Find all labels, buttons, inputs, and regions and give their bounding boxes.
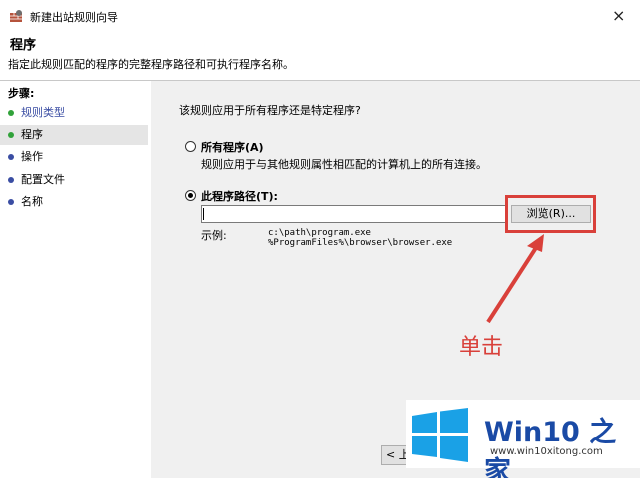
firewall-wall-icon	[10, 10, 22, 22]
step-current-dot-icon	[8, 132, 14, 138]
sidebar-item-rule-type[interactable]: 规则类型	[0, 103, 148, 123]
example-label: 示例:	[201, 229, 227, 242]
sidebar-item-action[interactable]: 操作	[0, 147, 148, 167]
all-programs-label[interactable]: 所有程序(A)	[201, 139, 264, 155]
page-title: 程序	[10, 38, 37, 53]
sidebar-item-label: 程序	[21, 128, 43, 141]
page-description: 指定此规则匹配的程序的完整程序路径和可执行程序名称。	[8, 58, 294, 71]
sidebar-item-name[interactable]: 名称	[0, 192, 148, 212]
example-path-line: %ProgramFiles%\browser\browser.exe	[268, 238, 453, 248]
step-pending-dot-icon	[8, 177, 14, 183]
click-annotation: 单击	[459, 335, 504, 360]
sidebar-item-profile[interactable]: 配置文件	[0, 170, 148, 190]
sidebar-item-program[interactable]: 程序	[0, 125, 148, 145]
window-title: 新建出站规则向导	[30, 11, 118, 24]
sidebar-item-label: 名称	[21, 195, 43, 208]
steps-heading: 步骤:	[8, 87, 35, 100]
bottom-strip	[0, 478, 640, 484]
example-path-line: c:\path\program.exe	[268, 228, 371, 238]
close-icon[interactable]: ×	[612, 6, 625, 25]
windows-logo-icon	[412, 408, 468, 462]
steps-sidebar: 步骤: 规则类型 程序 操作 配置文件 名称	[0, 81, 150, 484]
step-pending-dot-icon	[8, 199, 14, 205]
sidebar-item-label: 规则类型	[21, 106, 65, 119]
step-pending-dot-icon	[8, 154, 14, 160]
title-bar: 新建出站规则向导 ×	[0, 0, 640, 32]
scope-question: 该规则应用于所有程序还是特定程序?	[179, 104, 361, 117]
sidebar-item-label: 操作	[21, 150, 43, 163]
all-programs-description: 规则应用于与其他规则属性相匹配的计算机上的所有连接。	[201, 158, 487, 171]
step-done-dot-icon	[8, 110, 14, 116]
wizard-header: 程序 指定此规则匹配的程序的完整程序路径和可执行程序名称。	[0, 32, 640, 74]
program-path-radio[interactable]	[185, 190, 196, 201]
program-path-label[interactable]: 此程序路径(T):	[201, 188, 278, 204]
text-cursor	[203, 208, 204, 220]
watermark-url: www.win10xitong.com	[490, 446, 603, 457]
browse-highlight-box	[505, 195, 596, 233]
watermark-logo: Win10 之家 www.win10xitong.com	[406, 400, 640, 487]
program-path-input[interactable]	[201, 205, 507, 223]
sidebar-item-label: 配置文件	[21, 173, 65, 186]
all-programs-radio[interactable]	[185, 141, 196, 152]
